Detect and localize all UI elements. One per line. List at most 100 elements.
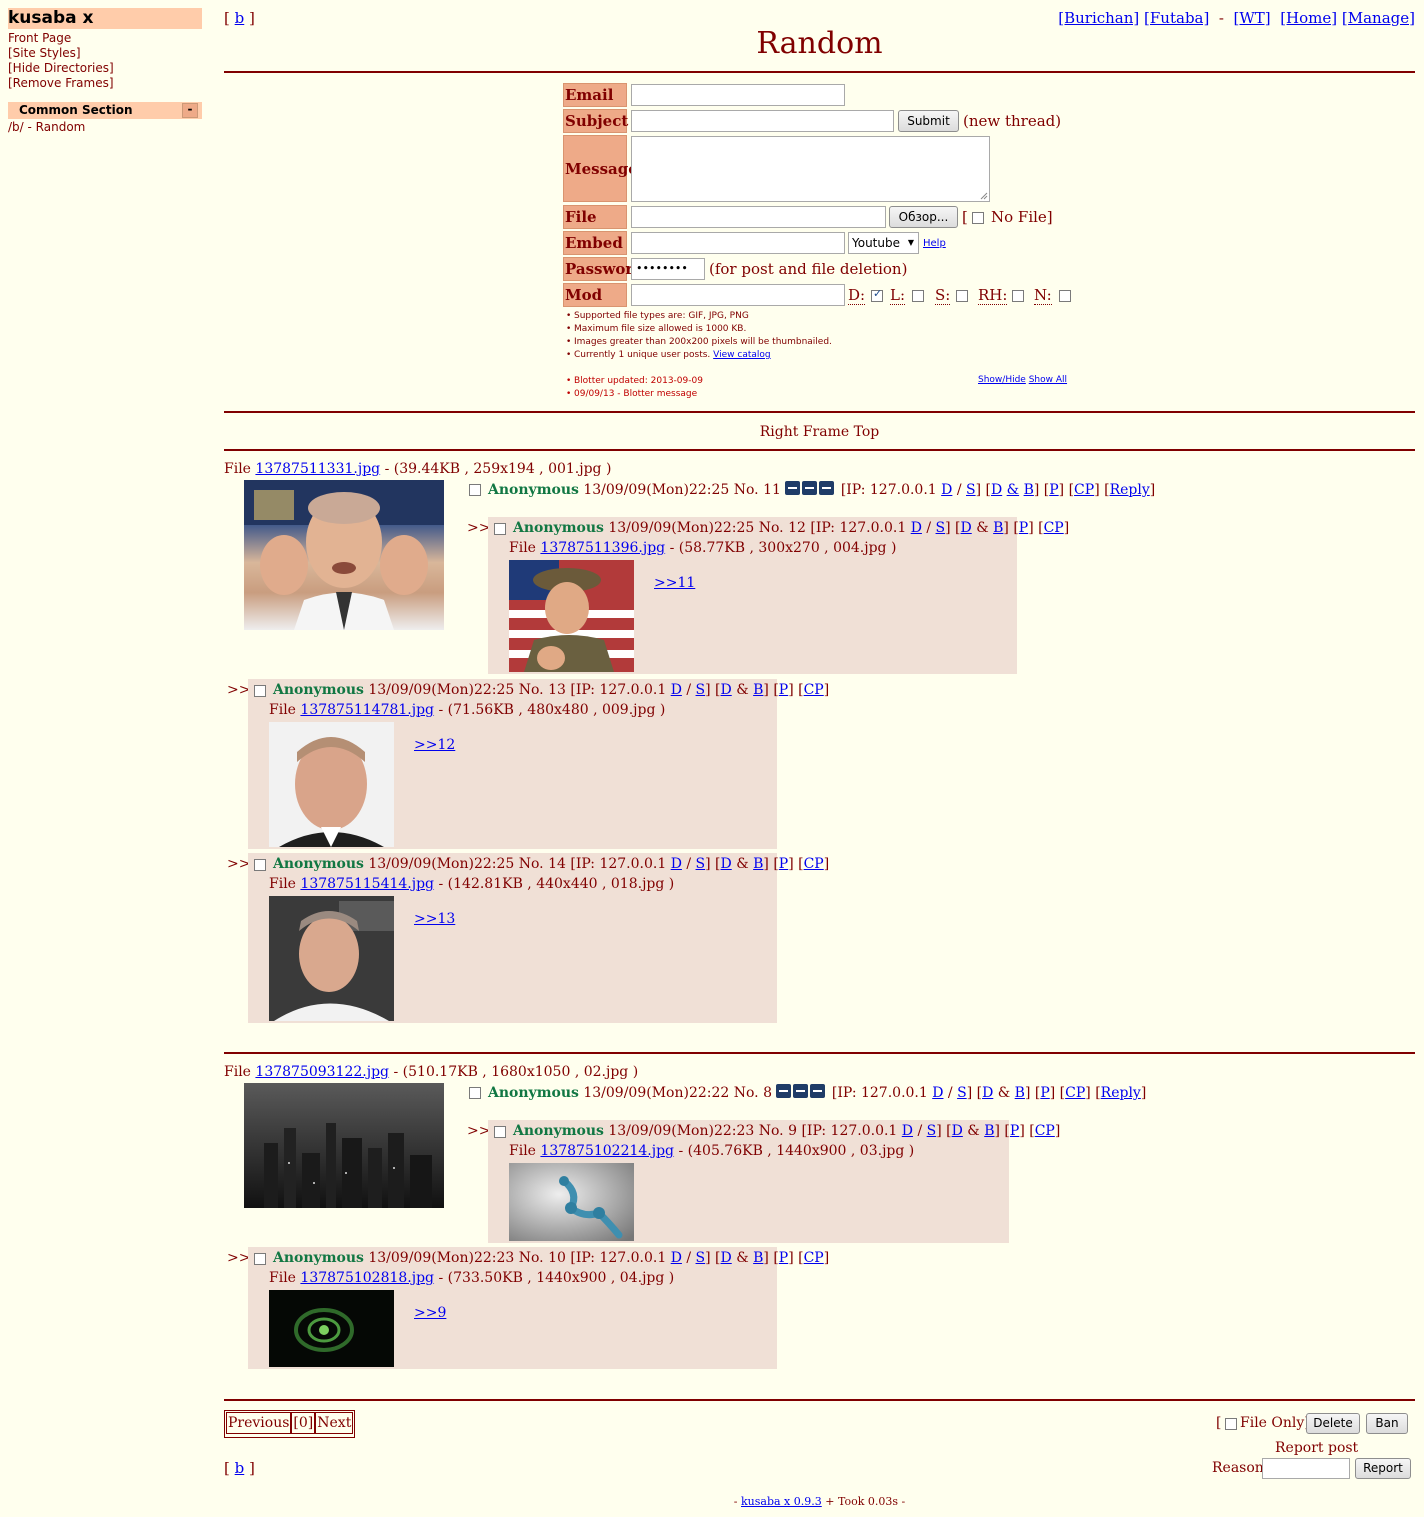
- post-select-checkbox[interactable]: [254, 685, 266, 697]
- quote-link[interactable]: >>9: [414, 1305, 446, 1321]
- file-only-checkbox[interactable]: [1225, 1418, 1237, 1430]
- pin-link[interactable]: P: [1049, 482, 1058, 498]
- delete-link[interactable]: D: [902, 1123, 913, 1139]
- no-file-checkbox[interactable]: [972, 212, 984, 224]
- style-link-futaba[interactable]: [Futaba]: [1144, 9, 1209, 27]
- message-textarea[interactable]: [631, 136, 990, 202]
- delete-button[interactable]: Delete: [1306, 1413, 1360, 1434]
- style-link-burichan[interactable]: [Burichan]: [1058, 9, 1139, 27]
- site-logo[interactable]: kusaba x: [8, 8, 202, 29]
- post-select-checkbox[interactable]: [494, 523, 506, 535]
- next-page-button[interactable]: Next: [315, 1412, 354, 1434]
- delete-link[interactable]: D: [671, 682, 682, 698]
- post-select-checkbox[interactable]: [494, 1126, 506, 1138]
- reply-file-link[interactable]: 137875102818.jpg: [300, 1270, 434, 1286]
- post-number[interactable]: No. 10: [519, 1250, 566, 1266]
- embed-type-select[interactable]: Youtube ▼: [848, 232, 919, 254]
- previous-page-button[interactable]: Previous: [226, 1412, 292, 1434]
- report-reason-field[interactable]: [1262, 1458, 1350, 1479]
- quick-reply-icon[interactable]: [810, 1084, 826, 1098]
- post-select-checkbox[interactable]: [254, 1253, 266, 1265]
- nav-link-home[interactable]: [Home]: [1280, 9, 1337, 27]
- embed-help-link[interactable]: Help: [923, 238, 946, 249]
- post-select-checkbox[interactable]: [469, 484, 481, 496]
- delete-and-ban-link-b[interactable]: B: [993, 520, 1003, 536]
- view-catalog-link[interactable]: View catalog: [713, 350, 770, 360]
- delete-and-ban-link-amp[interactable]: &: [1007, 482, 1019, 498]
- resize-handle-icon[interactable]: [979, 191, 988, 200]
- browse-button[interactable]: Обзор...: [889, 206, 958, 228]
- mod-flag-rh-checkbox[interactable]: [1012, 290, 1024, 302]
- nav-link-wt[interactable]: [WT]: [1234, 9, 1271, 27]
- cp-link[interactable]: CP: [1044, 520, 1064, 536]
- delete-and-ban-link-b[interactable]: B: [753, 856, 763, 872]
- delete-link[interactable]: D: [911, 520, 922, 536]
- pin-link[interactable]: P: [779, 682, 788, 698]
- cp-link[interactable]: CP: [1065, 1085, 1085, 1101]
- reply-file-link[interactable]: 137875115414.jpg: [300, 876, 434, 892]
- sidebar-link-site-styles[interactable]: [Site Styles]: [8, 46, 81, 61]
- post-number[interactable]: No. 12: [759, 520, 806, 536]
- reply-file-link[interactable]: 13787511396.jpg: [540, 540, 665, 556]
- spam-link[interactable]: S: [936, 520, 946, 536]
- password-field[interactable]: ••••••••: [631, 258, 705, 280]
- reply-link[interactable]: Reply: [1110, 482, 1150, 498]
- board-nav-link-b[interactable]: b: [235, 9, 245, 27]
- post-number[interactable]: No. 11: [734, 482, 781, 498]
- sidebar-link-remove-frames[interactable]: [Remove Frames]: [8, 76, 114, 91]
- pin-link[interactable]: P: [779, 856, 788, 872]
- post-select-checkbox[interactable]: [254, 859, 266, 871]
- delete-and-ban-link-b[interactable]: B: [984, 1123, 994, 1139]
- nav-link-manage[interactable]: [Manage]: [1342, 9, 1415, 27]
- mod-flag-s-checkbox[interactable]: [956, 290, 968, 302]
- spam-link[interactable]: S: [927, 1123, 937, 1139]
- delete-and-ban-link-d[interactable]: D: [982, 1085, 993, 1101]
- quick-reply-icon[interactable]: [819, 481, 835, 495]
- watch-thread-icon[interactable]: [802, 481, 818, 495]
- mod-flag-l-checkbox[interactable]: [912, 290, 924, 302]
- post-select-checkbox[interactable]: [469, 1087, 481, 1099]
- delete-and-ban-link-d[interactable]: D: [721, 1250, 732, 1266]
- subject-field[interactable]: [631, 110, 894, 132]
- ban-button[interactable]: Ban: [1366, 1413, 1408, 1434]
- blotter-show-all-link[interactable]: Show All: [1029, 375, 1067, 385]
- kusaba-version-link[interactable]: kusaba x 0.9.3: [741, 1495, 822, 1508]
- delete-link[interactable]: D: [671, 1250, 682, 1266]
- reply-link[interactable]: Reply: [1101, 1085, 1141, 1101]
- sidebar-link-hide-directories[interactable]: [Hide Directories]: [8, 61, 114, 76]
- post-number[interactable]: No. 9: [759, 1123, 797, 1139]
- pin-link[interactable]: P: [1019, 520, 1028, 536]
- reply-thumbnail[interactable]: [509, 1163, 634, 1241]
- embed-field[interactable]: [631, 232, 845, 254]
- delete-and-ban-link-b[interactable]: B: [1024, 482, 1034, 498]
- pin-link[interactable]: P: [1040, 1085, 1049, 1101]
- cp-link[interactable]: CP: [804, 1250, 824, 1266]
- reply-thumbnail[interactable]: [269, 722, 394, 847]
- mod-field[interactable]: [631, 284, 845, 306]
- watch-thread-icon[interactable]: [793, 1084, 809, 1098]
- post-number[interactable]: No. 8: [734, 1085, 772, 1101]
- spam-link[interactable]: S: [957, 1085, 967, 1101]
- pin-link[interactable]: P: [779, 1250, 788, 1266]
- reply-thumbnail[interactable]: [269, 1290, 394, 1367]
- op-file-link[interactable]: 13787511331.jpg: [255, 461, 380, 477]
- quote-link[interactable]: >>13: [414, 911, 455, 927]
- op-file-link[interactable]: 137875093122.jpg: [255, 1064, 389, 1080]
- board-nav-link-b[interactable]: b: [235, 1459, 245, 1477]
- blotter-show-hide-link[interactable]: Show/Hide: [978, 375, 1026, 385]
- reply-file-link[interactable]: 137875114781.jpg: [300, 702, 434, 718]
- delete-and-ban-link-b[interactable]: B: [1015, 1085, 1025, 1101]
- file-path-field[interactable]: [631, 206, 886, 228]
- op-thumbnail[interactable]: [244, 480, 444, 630]
- reply-thumbnail[interactable]: [509, 560, 634, 672]
- submit-button[interactable]: Submit: [898, 110, 959, 132]
- delete-and-ban-link-b[interactable]: B: [753, 1250, 763, 1266]
- quote-link[interactable]: >>12: [414, 737, 455, 753]
- delete-link[interactable]: D: [941, 482, 952, 498]
- op-thumbnail[interactable]: [244, 1083, 444, 1208]
- delete-and-ban-link-b[interactable]: B: [753, 682, 763, 698]
- spam-link[interactable]: S: [696, 1250, 706, 1266]
- collapse-toggle-button[interactable]: -: [182, 103, 198, 118]
- delete-link[interactable]: D: [671, 856, 682, 872]
- pin-link[interactable]: P: [1010, 1123, 1019, 1139]
